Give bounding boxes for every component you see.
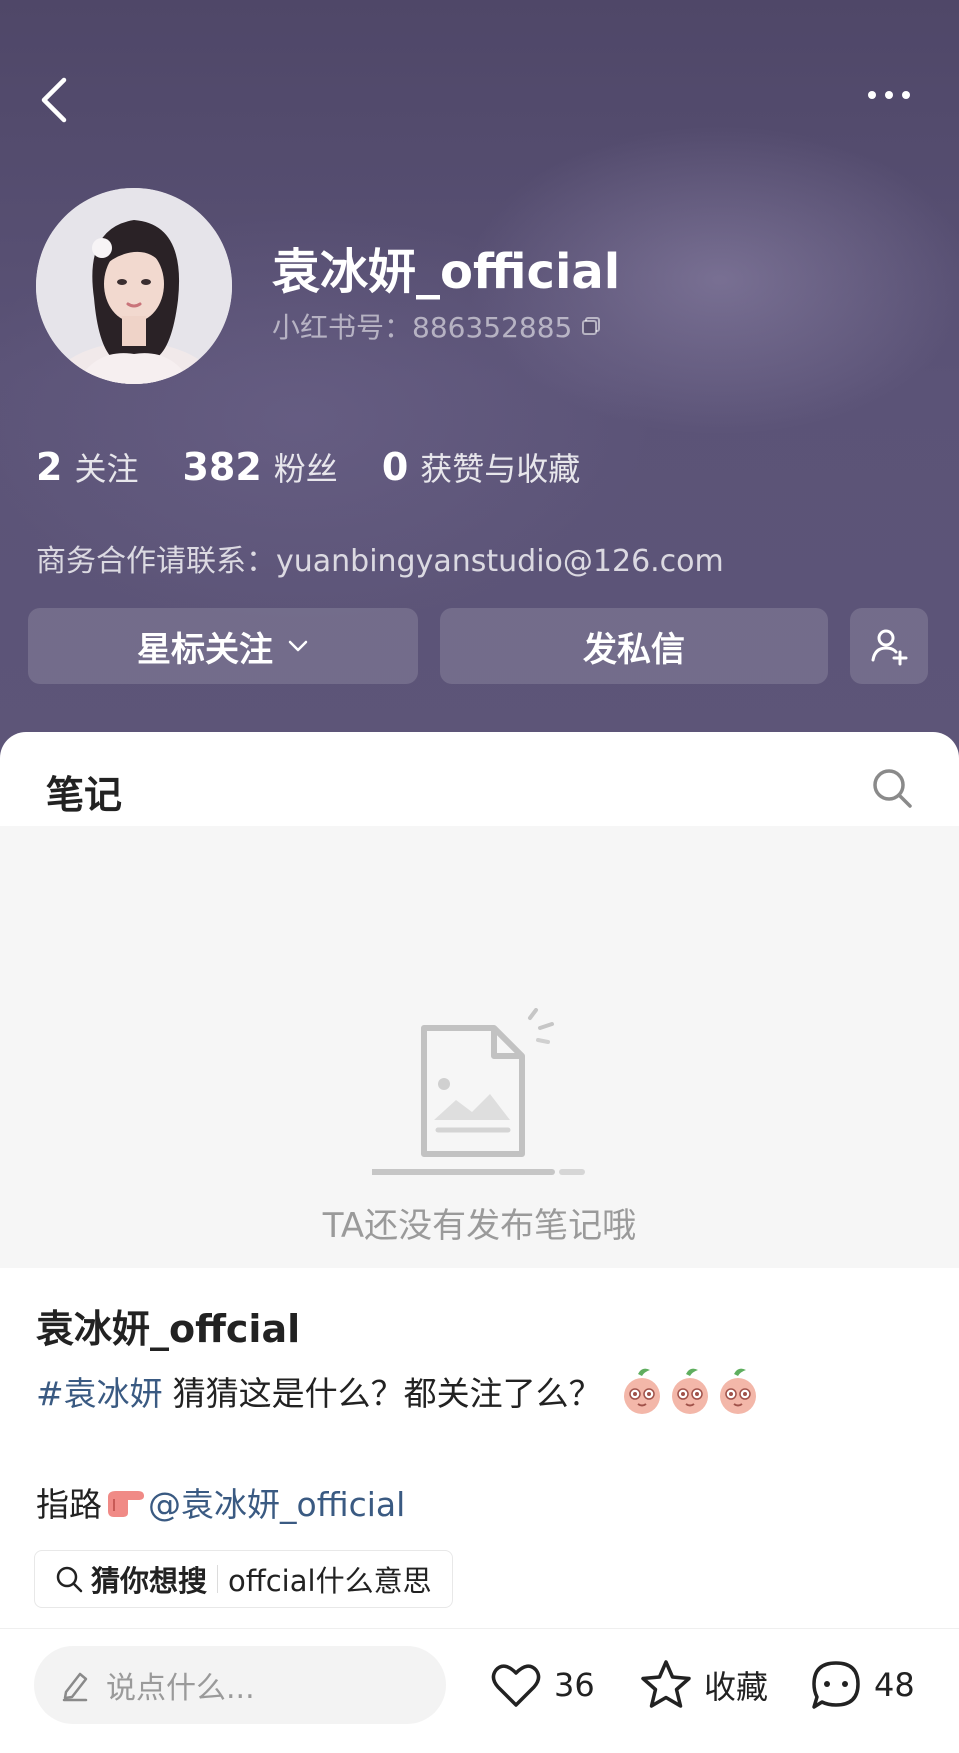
back-button[interactable] xyxy=(36,74,76,126)
suggestion-label: 猜你想搜 xyxy=(91,1564,208,1598)
empty-document-icon xyxy=(372,1008,585,1175)
peach-emoji-icon xyxy=(671,1368,708,1414)
post-text-line: 指路 @袁冰妍_official xyxy=(36,1478,405,1526)
search-icon xyxy=(56,1566,83,1593)
like-button[interactable]: 36 xyxy=(488,1652,595,1718)
post-text-line: #袁冰妍 猜猜这是什么？都关注了么？ xyxy=(36,1366,760,1416)
stat-label: 获赞与收藏 xyxy=(420,450,581,488)
stat-label: 关注 xyxy=(74,450,139,488)
tab-notes[interactable]: 笔记 xyxy=(46,764,122,819)
pencil-icon xyxy=(62,1672,88,1702)
profile-bio: 商务合作请联系：yuanbingyanstudio@126.com xyxy=(36,544,724,579)
favorite-button[interactable]: 收藏 xyxy=(638,1652,768,1718)
comment-input[interactable]: 说点什么... xyxy=(34,1646,446,1724)
bottom-divider xyxy=(0,1628,959,1629)
stat-label: 粉丝 xyxy=(273,450,338,488)
search-icon xyxy=(873,769,912,808)
stat-value: 0 xyxy=(381,445,409,489)
search-suggestion[interactable]: 猜你想搜 offcial什么意思 xyxy=(34,1550,453,1608)
post-hashtag[interactable]: #袁冰妍 xyxy=(36,1367,163,1415)
comment-count: 48 xyxy=(874,1666,915,1704)
add-user-icon xyxy=(871,629,908,666)
notes-search-button[interactable] xyxy=(870,766,914,810)
profile-header: 袁冰妍_official 小红书号：886352885 2 关注 382 粉丝 … xyxy=(0,0,959,760)
empty-notes-text: TA还没有发布笔记哦 xyxy=(322,1206,637,1246)
chevron-down-icon xyxy=(288,640,308,652)
stat-value: 2 xyxy=(36,445,63,489)
comment-placeholder: 说点什么... xyxy=(106,1671,255,1706)
like-count: 36 xyxy=(554,1666,595,1704)
profile-id: 小红书号：886352885 xyxy=(272,306,602,346)
post-pointer-text: 指路 xyxy=(36,1485,102,1524)
comments-button[interactable]: 48 xyxy=(808,1652,915,1718)
peach-emoji-icon xyxy=(719,1368,756,1414)
suggestion-divider xyxy=(217,1565,219,1593)
follow-button[interactable]: 星标关注 xyxy=(28,608,418,684)
more-dots-icon xyxy=(868,91,910,99)
avatar[interactable] xyxy=(36,188,232,384)
copy-icon[interactable] xyxy=(580,315,602,337)
stat-likes[interactable]: 0 获赞与收藏 xyxy=(382,444,580,490)
profile-id-label: 小红书号：886352885 xyxy=(272,311,573,344)
pointing-hand-icon xyxy=(108,1491,144,1517)
suggestion-query: offcial什么意思 xyxy=(228,1564,432,1598)
comment-bubble-icon xyxy=(812,1661,860,1709)
message-button[interactable]: 发私信 xyxy=(440,608,828,684)
stat-followers[interactable]: 382 粉丝 xyxy=(182,444,337,490)
add-friend-button[interactable] xyxy=(850,608,928,684)
heart-icon xyxy=(491,1664,541,1707)
profile-username: 袁冰妍_official xyxy=(272,244,621,300)
avatar-photo xyxy=(36,188,232,384)
profile-stats: 2 关注 382 粉丝 0 获赞与收藏 xyxy=(36,444,624,490)
emoji-group xyxy=(620,1366,760,1416)
stat-value: 382 xyxy=(182,445,262,489)
post-body-text: 猜猜这是什么？都关注了么？ xyxy=(172,1374,602,1413)
chevron-left-icon xyxy=(41,77,67,123)
message-button-label: 发私信 xyxy=(583,629,685,670)
favorite-label: 收藏 xyxy=(704,1668,769,1706)
post-mention[interactable]: @袁冰妍_official xyxy=(148,1478,405,1526)
follow-button-label: 星标关注 xyxy=(137,629,273,670)
more-button[interactable] xyxy=(862,80,922,110)
stat-following[interactable]: 2 关注 xyxy=(36,444,138,490)
star-icon xyxy=(641,1660,691,1708)
peach-emoji-icon xyxy=(623,1368,660,1414)
post-author[interactable]: 袁冰妍_offcial xyxy=(36,1298,300,1353)
